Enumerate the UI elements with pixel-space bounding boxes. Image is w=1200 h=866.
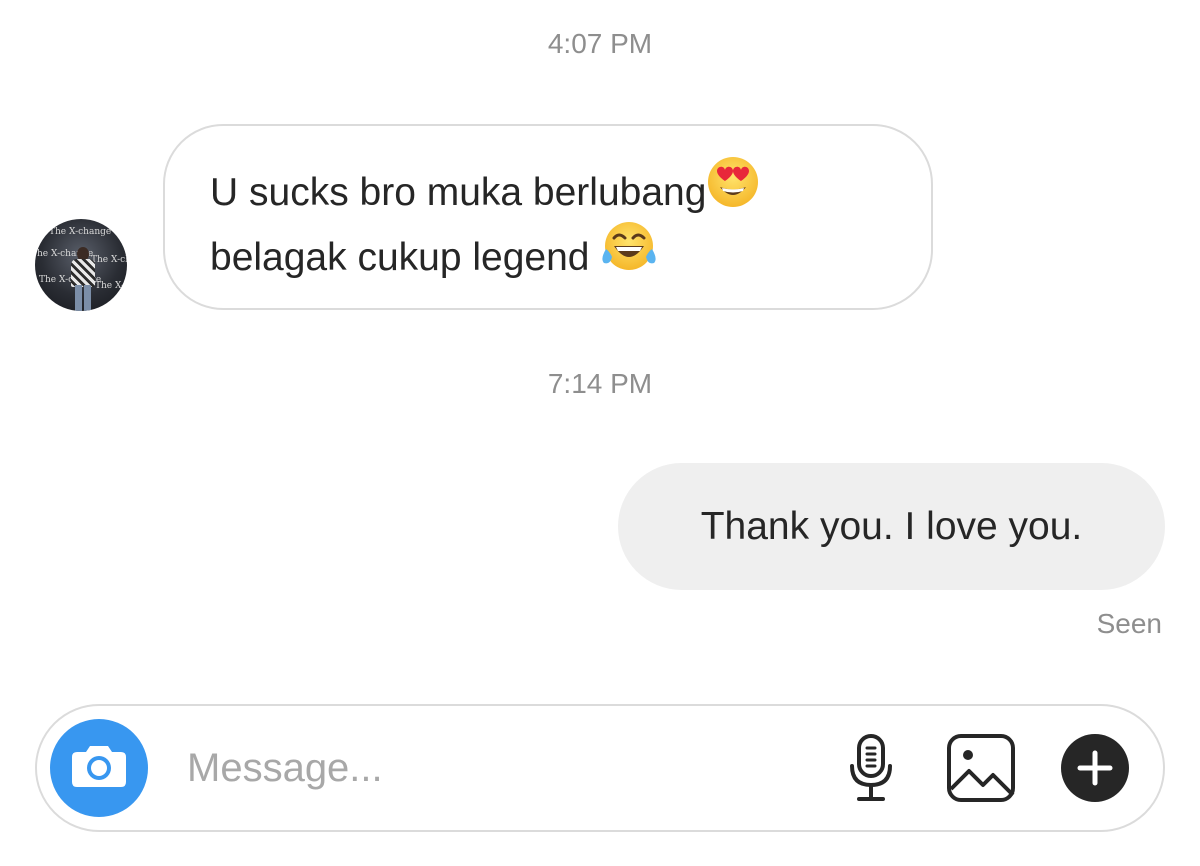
microphone-icon (847, 732, 895, 809)
outgoing-message-text: Thank you. I love you. (700, 505, 1083, 548)
timestamp-divider: 4:07 PM (547, 28, 653, 59)
incoming-message-bubble[interactable]: U sucks bro muka berlubang belagak cukup… (163, 124, 933, 310)
gallery-button[interactable] (945, 733, 1017, 808)
more-options-button[interactable] (1059, 733, 1131, 808)
incoming-message-text: belagak cukup legend (210, 235, 601, 279)
avatar-figure-legs (75, 285, 91, 311)
incoming-message-line-1: U sucks bro muka berlubang (210, 156, 931, 227)
avatar-banner-text: The X-change (95, 281, 127, 291)
outgoing-message-bubble[interactable]: Thank you. I love you. (618, 463, 1165, 590)
avatar-banner-text: The X-change (49, 227, 112, 237)
avatar-figure-body (71, 259, 95, 287)
voice-message-button[interactable] (835, 732, 907, 809)
incoming-message-text: U sucks bro muka berlubang (210, 171, 707, 214)
gallery-icon (946, 733, 1016, 808)
avatar-banner-text: The X-change (91, 255, 127, 265)
tears-of-joy-emoji-icon (600, 219, 658, 291)
message-composer (35, 704, 1165, 832)
timestamp-divider: 7:14 PM (547, 368, 653, 399)
heart-eyes-emoji-icon (706, 155, 760, 227)
plus-icon (1060, 733, 1130, 808)
camera-icon (70, 742, 128, 795)
message-input[interactable] (187, 736, 807, 800)
avatar[interactable]: The X-change The X-change The X-change T… (35, 219, 127, 311)
incoming-message-line-2: belagak cukup legend (210, 222, 931, 292)
camera-button[interactable] (50, 719, 148, 817)
dm-thread-screen: 4:07 PM The X-change The X-change The X-… (0, 0, 1200, 866)
seen-status: Seen (1096, 608, 1162, 639)
